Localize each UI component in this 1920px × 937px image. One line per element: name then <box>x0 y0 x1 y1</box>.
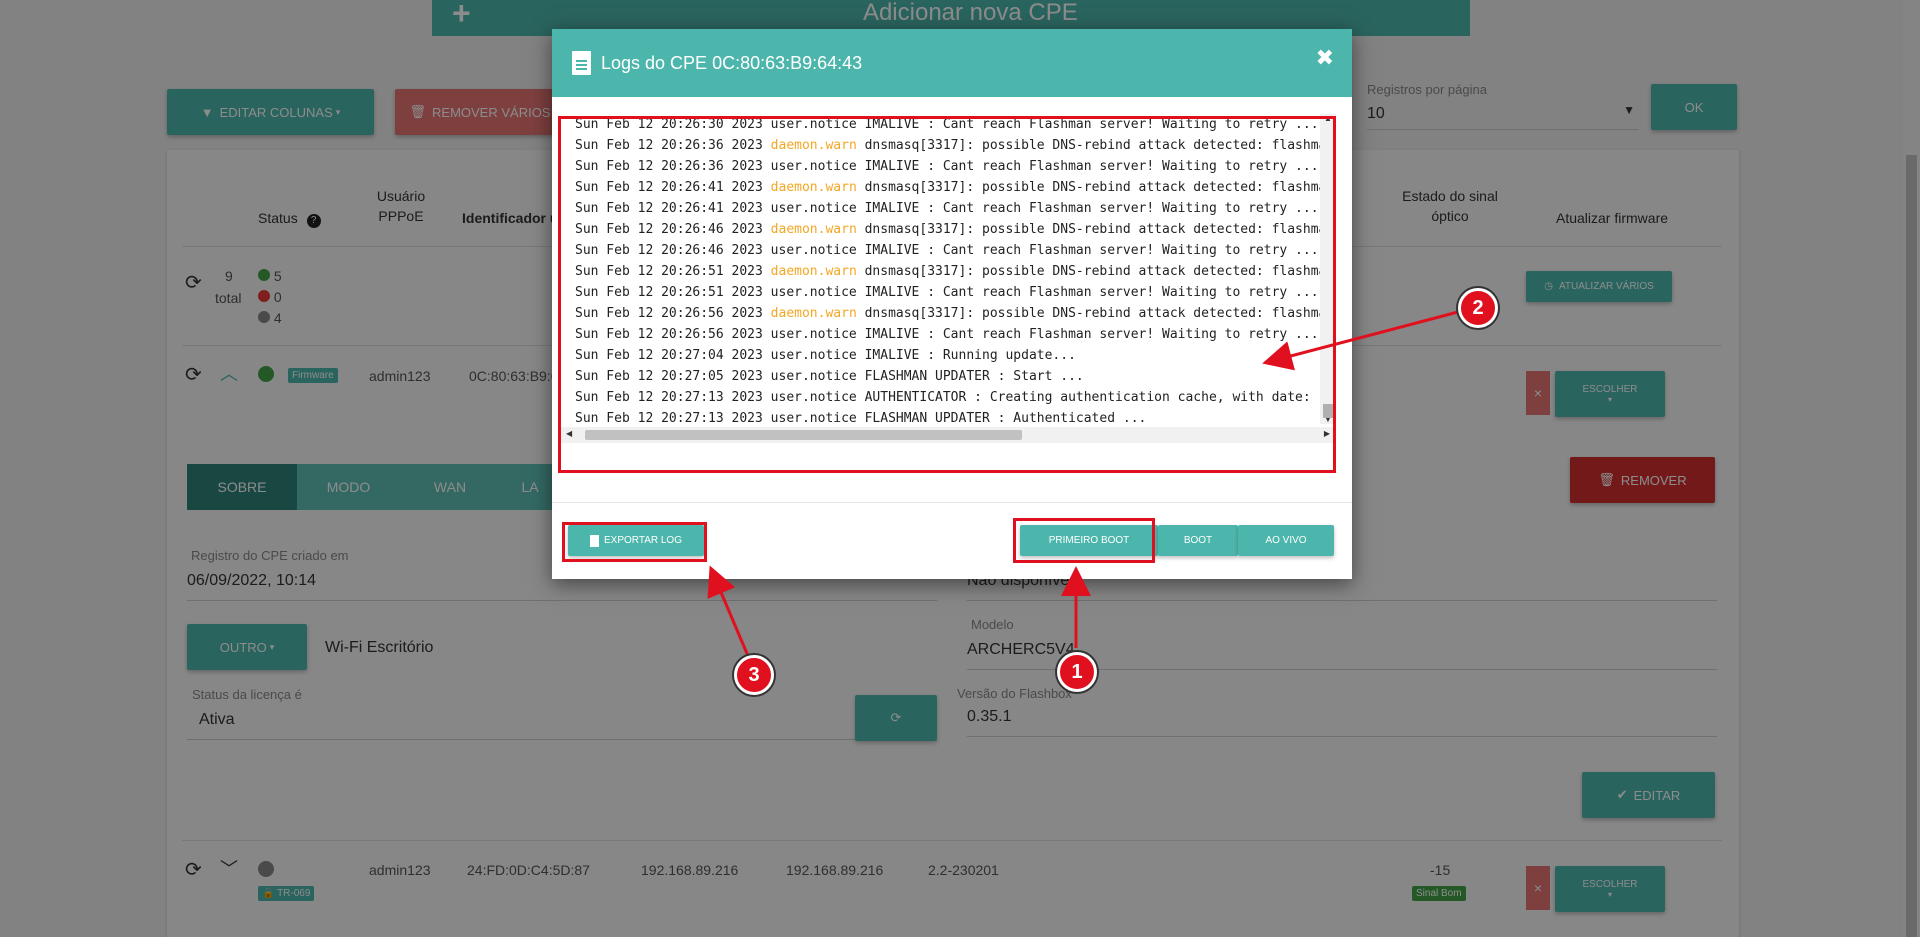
annotation-arrows <box>707 310 1459 657</box>
annotation-badge-3: 3 <box>734 655 774 695</box>
arrow-2 <box>1262 310 1459 371</box>
annotation-badge-1: 1 <box>1057 652 1097 692</box>
annotation-badge-2: 2 <box>1458 288 1498 328</box>
arrow-3 <box>707 565 750 657</box>
